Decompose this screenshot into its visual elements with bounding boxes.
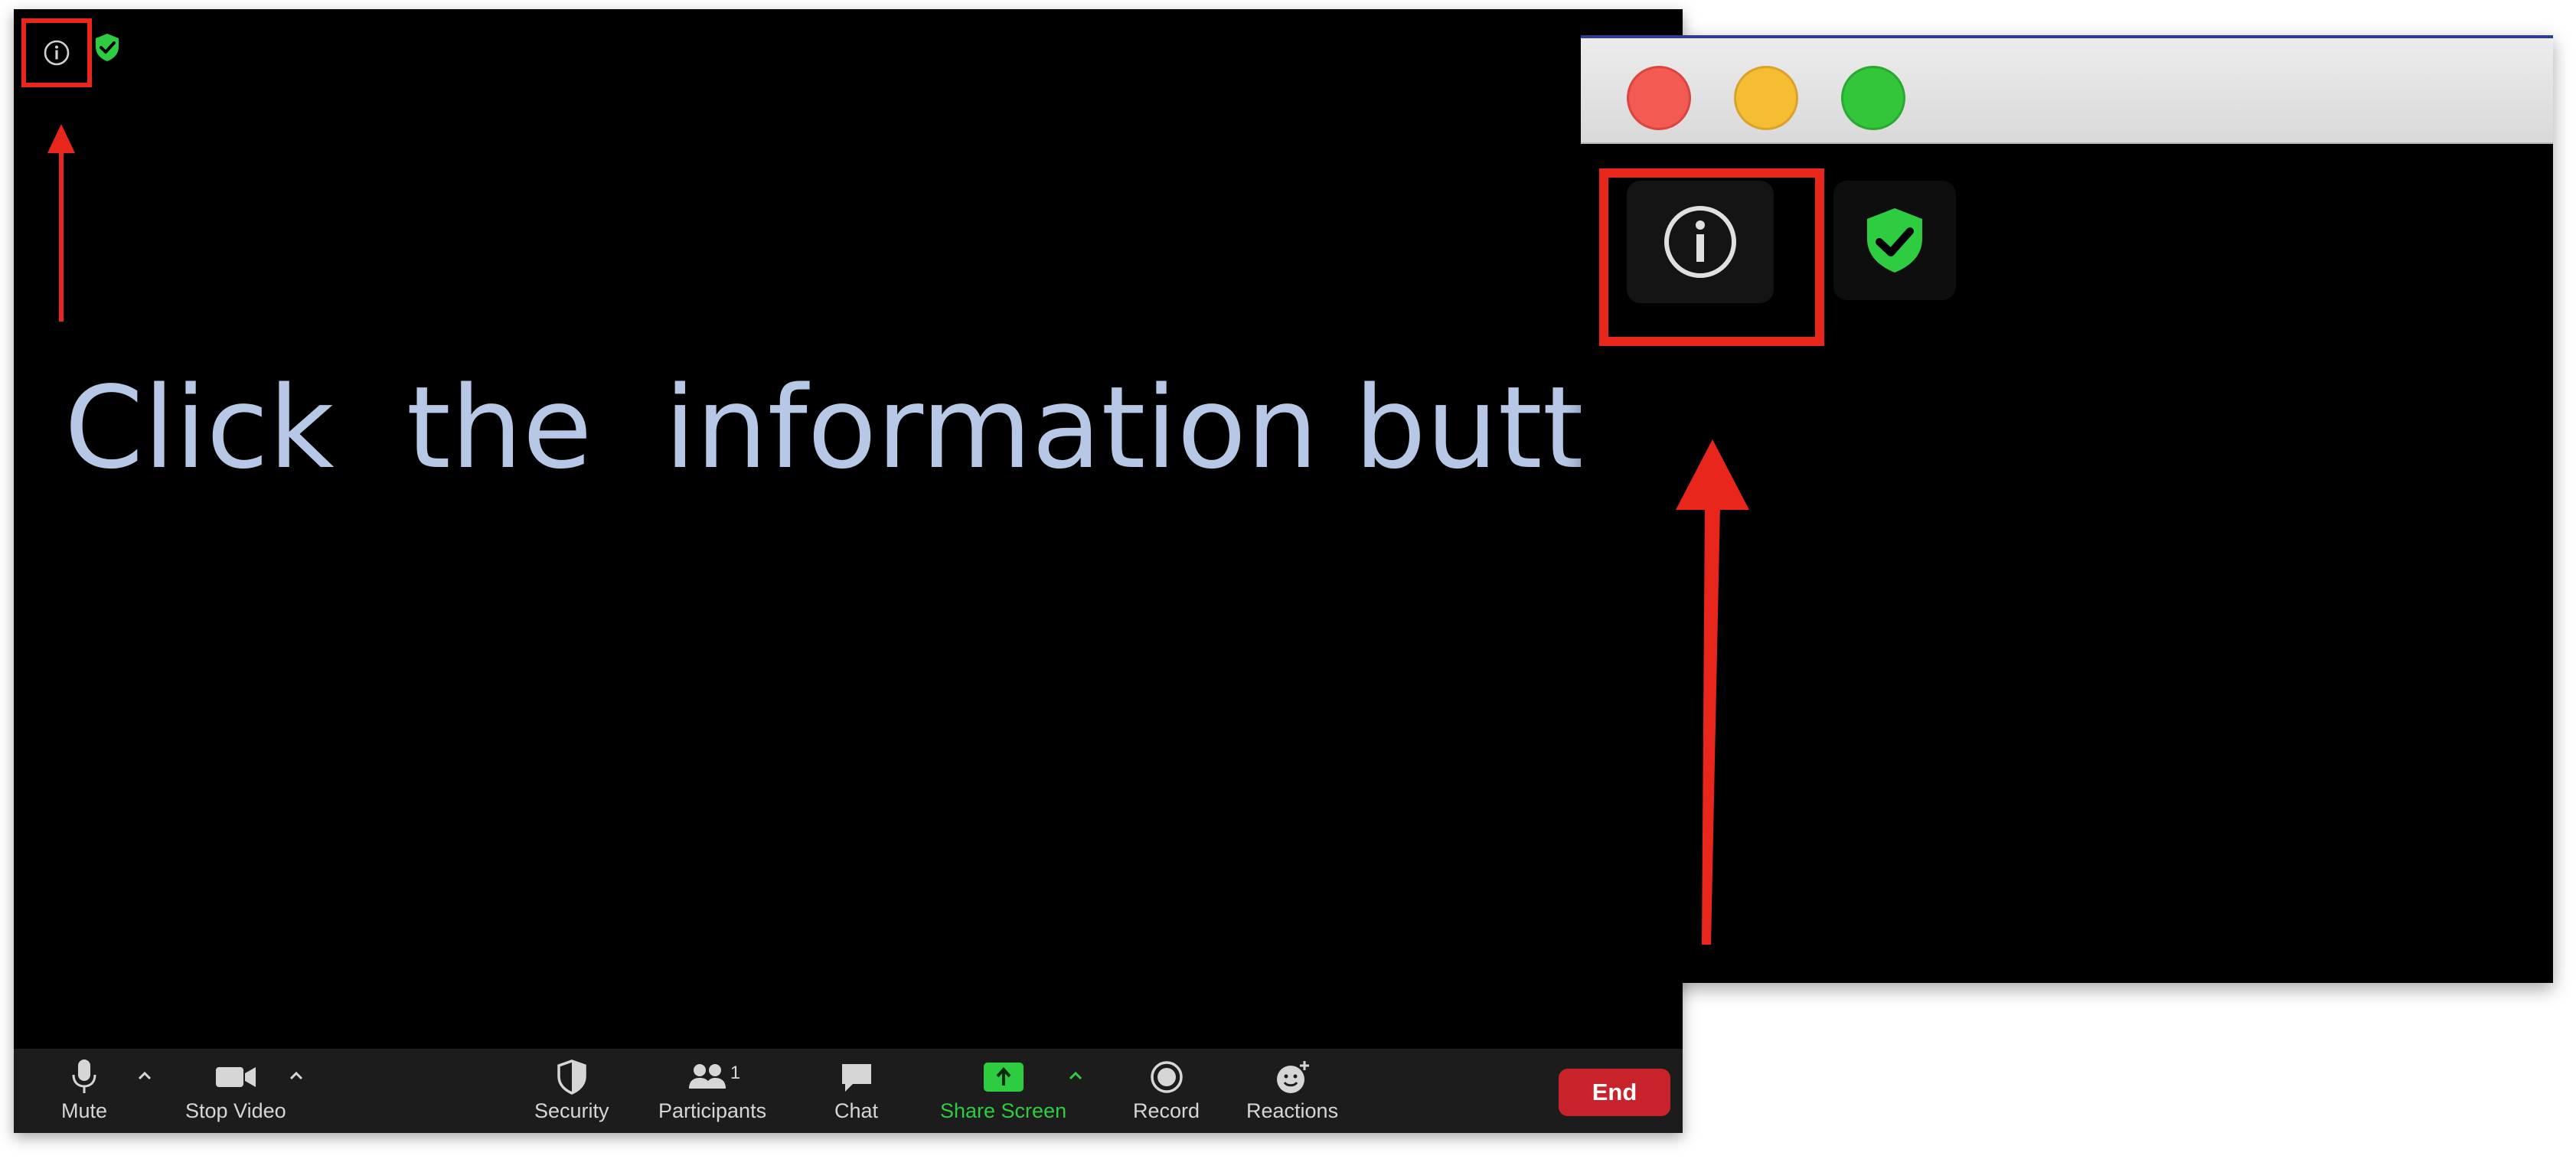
info-button[interactable] [21, 18, 92, 87]
record-button[interactable]: Record [1133, 1058, 1200, 1123]
info-icon [44, 40, 70, 66]
participants-count: 1 [730, 1063, 741, 1083]
chevron-up-icon[interactable] [1066, 1067, 1086, 1084]
info-icon [1664, 206, 1736, 278]
video-camera-icon [215, 1067, 256, 1087]
security-label: Security [534, 1099, 609, 1122]
meeting-toolbar: Mute Stop Video Security 1 Participants … [14, 1049, 1683, 1133]
chat-button[interactable]: Chat [834, 1058, 878, 1123]
participants-label: Participants [658, 1099, 767, 1122]
record-icon [1150, 1061, 1183, 1093]
participants-icon [688, 1064, 726, 1089]
reactions-smiley-icon [1277, 1061, 1310, 1093]
security-shield-icon [557, 1059, 586, 1095]
microphone-icon [72, 1059, 96, 1093]
red-arrow-up [1676, 439, 1749, 945]
mute-button[interactable]: Mute [61, 1058, 107, 1123]
chat-bubble-icon [841, 1064, 871, 1092]
security-button[interactable]: Security [534, 1058, 609, 1123]
info-button-zoomed[interactable] [1627, 181, 1774, 303]
red-arrow-up [47, 124, 75, 322]
share-screen-icon [983, 1063, 1024, 1092]
stop-video-button[interactable]: Stop Video [185, 1058, 286, 1123]
chat-label: Chat [834, 1099, 879, 1122]
reactions-label: Reactions [1246, 1099, 1339, 1122]
instruction-text: Click the information button. [64, 362, 1683, 494]
record-label: Record [1133, 1099, 1200, 1122]
security-status-zoomed[interactable] [1833, 181, 1956, 300]
end-meeting-button[interactable]: End [1559, 1069, 1670, 1116]
zoomed-detail-window [1581, 35, 2553, 983]
reactions-button[interactable]: Reactions [1246, 1058, 1338, 1123]
stop-video-label: Stop Video [185, 1099, 286, 1122]
participants-button[interactable]: 1 Participants [658, 1058, 766, 1123]
mute-label: Mute [61, 1099, 108, 1122]
window-close-button[interactable] [1627, 66, 1691, 130]
chevron-up-icon[interactable] [135, 1067, 155, 1084]
share-screen-label: Share Screen [940, 1099, 1067, 1122]
meeting-window: Click the information button. Mute Stop … [14, 9, 1683, 1133]
chevron-up-icon[interactable] [286, 1067, 306, 1084]
shield-check-icon [1867, 208, 1922, 273]
window-minimize-button[interactable] [1734, 66, 1798, 130]
window-titlebar [1581, 38, 2553, 144]
share-screen-button[interactable]: Share Screen [940, 1058, 1066, 1123]
shield-check-icon[interactable] [93, 32, 121, 63]
window-maximize-button[interactable] [1841, 66, 1905, 130]
